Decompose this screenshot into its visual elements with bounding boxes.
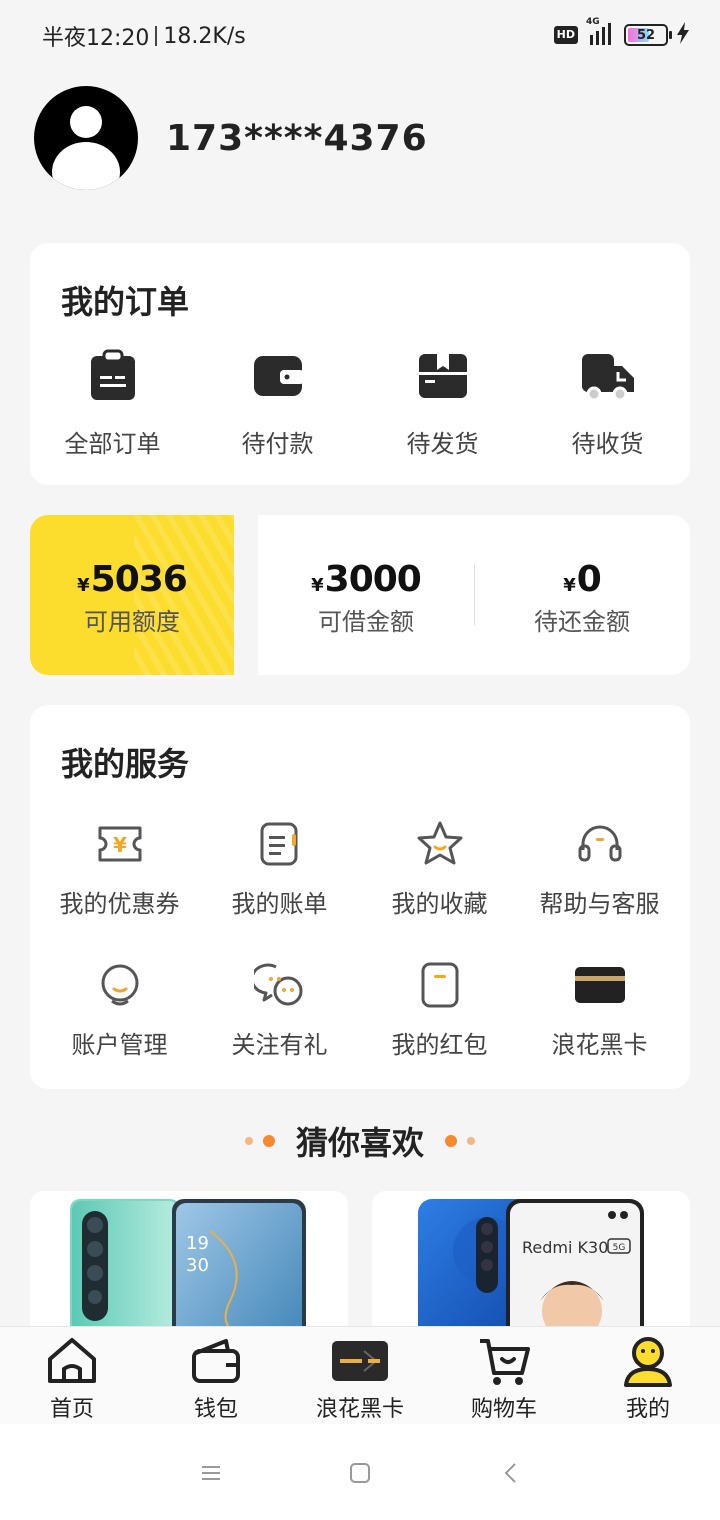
service-black-card[interactable]: 浪花黑卡 [517, 959, 682, 1060]
service-coupons[interactable]: ¥ 我的优惠券 [37, 818, 202, 919]
decor-dot [244, 1137, 253, 1145]
tab-cart[interactable]: 购物车 [432, 1335, 576, 1423]
svg-text:5G: 5G [613, 1243, 626, 1253]
orders-card: 我的订单 全部订单 待付款 待发货 待收货 [30, 243, 690, 485]
order-pending-shipment[interactable]: 待发货 [360, 348, 525, 459]
service-red-packet[interactable]: 我的红包 [357, 959, 522, 1060]
status-network-speed: 18.2K/s [163, 23, 246, 49]
black-card-icon [332, 1335, 388, 1387]
status-separator [155, 26, 158, 46]
tab-black-card-label: 浪花黑卡 [315, 1397, 404, 1422]
profile-header[interactable]: 173****4376 [34, 86, 428, 190]
recommendations-header: 猜你喜欢 [0, 1118, 720, 1164]
bill-icon [254, 818, 306, 870]
order-pending-receipt-label: 待收货 [571, 430, 644, 458]
order-all-label: 全部订单 [64, 430, 161, 458]
service-follow-gift-label: 关注有礼 [231, 1031, 328, 1059]
repay-amount-value: 0 [576, 559, 602, 600]
tab-wallet[interactable]: 钱包 [144, 1335, 288, 1423]
currency-symbol: ¥ [77, 575, 89, 596]
service-favorites[interactable]: 我的收藏 [357, 818, 522, 919]
service-coupons-label: 我的优惠券 [59, 890, 180, 918]
wallet-icon [250, 348, 306, 404]
orders-title: 我的订单 [61, 283, 190, 321]
order-pending-receipt[interactable]: 待收货 [525, 348, 690, 459]
system-navigation-bar [0, 1424, 720, 1520]
loan-summary-card: ¥3000 可借金额 ¥0 待还金额 [258, 515, 690, 675]
cart-icon [478, 1335, 530, 1387]
bottom-tab-bar: 首页 钱包 浪花黑卡 购物车 我的 [0, 1326, 720, 1424]
available-credit-label: 可用额度 [84, 608, 180, 636]
available-credit-card[interactable]: ¥5036 可用额度 [30, 515, 234, 675]
service-bills-label: 我的账单 [231, 890, 328, 918]
tab-profile[interactable]: 我的 [576, 1335, 720, 1423]
service-red-packet-label: 我的红包 [391, 1031, 488, 1059]
service-account-label: 账户管理 [71, 1031, 168, 1059]
service-bills[interactable]: 我的账单 [197, 818, 362, 919]
hd-icon: HD [553, 26, 578, 44]
coupon-icon: ¥ [94, 818, 146, 870]
charging-icon [676, 22, 690, 48]
svg-text:19: 19 [186, 1233, 209, 1254]
home-icon [46, 1335, 98, 1387]
repay-amount[interactable]: ¥0 待还金额 [474, 559, 690, 637]
order-pending-payment[interactable]: 待付款 [195, 348, 360, 459]
battery-icon: 52 [624, 24, 672, 46]
star-icon [414, 818, 466, 870]
services-card: 我的服务 ¥ 我的优惠券 我的账单 我的收藏 帮助与客服 账户管理 关注有礼 我… [30, 705, 690, 1089]
menu-icon[interactable] [196, 1458, 226, 1488]
signal-icon: 4G [586, 17, 616, 47]
order-all[interactable]: 全部订单 [30, 348, 195, 459]
home-square-icon[interactable] [345, 1458, 375, 1488]
tab-wallet-label: 钱包 [193, 1397, 238, 1422]
services-title: 我的服务 [61, 745, 190, 783]
svg-text:30: 30 [186, 1255, 209, 1276]
currency-symbol: ¥ [311, 575, 323, 596]
avatar[interactable] [34, 86, 138, 190]
status-bar: 半夜12:20 18.2K/s HD 4G 52 [0, 0, 720, 70]
tab-home[interactable]: 首页 [0, 1335, 144, 1423]
headset-icon [574, 818, 626, 870]
tab-profile-label: 我的 [625, 1397, 670, 1422]
red-packet-icon [414, 959, 466, 1011]
decor-dot [445, 1135, 458, 1147]
recommendations-title: 猜你喜欢 [295, 1124, 424, 1162]
currency-symbol: ¥ [563, 575, 575, 596]
service-help-label: 帮助与客服 [539, 890, 660, 918]
status-time: 半夜12:20 [42, 26, 150, 51]
decor-dot [262, 1135, 275, 1147]
available-credit-amount: 5036 [90, 559, 188, 600]
truck-icon [580, 348, 636, 404]
box-icon [415, 348, 471, 404]
borrowable-amount-label: 可借金额 [318, 608, 414, 636]
tab-home-label: 首页 [49, 1397, 94, 1422]
tab-black-card[interactable]: 浪花黑卡 [288, 1335, 432, 1423]
service-favorites-label: 我的收藏 [391, 890, 488, 918]
profile-icon [622, 1335, 674, 1387]
black-card-icon [574, 959, 626, 1011]
decor-dot [467, 1137, 476, 1145]
order-pending-shipment-label: 待发货 [406, 430, 479, 458]
service-help[interactable]: 帮助与客服 [517, 818, 682, 919]
service-account[interactable]: 账户管理 [37, 959, 202, 1060]
order-pending-payment-label: 待付款 [241, 430, 314, 458]
account-icon [94, 959, 146, 1011]
back-icon[interactable] [496, 1458, 526, 1488]
product-brand-text: Redmi K30 [522, 1238, 608, 1257]
borrowable-amount-value: 3000 [324, 559, 422, 600]
tab-cart-label: 购物车 [470, 1397, 537, 1422]
service-black-card-label: 浪花黑卡 [551, 1031, 648, 1059]
svg-text:¥: ¥ [113, 833, 127, 857]
wallet-icon [190, 1335, 242, 1387]
borrowable-amount[interactable]: ¥3000 可借金额 [258, 559, 474, 637]
chat-icon [250, 959, 306, 1011]
service-follow-gift[interactable]: 关注有礼 [197, 959, 362, 1060]
user-phone[interactable]: 173****4376 [166, 118, 428, 159]
clipboard-icon [85, 348, 141, 404]
repay-amount-label: 待还金额 [534, 608, 630, 636]
